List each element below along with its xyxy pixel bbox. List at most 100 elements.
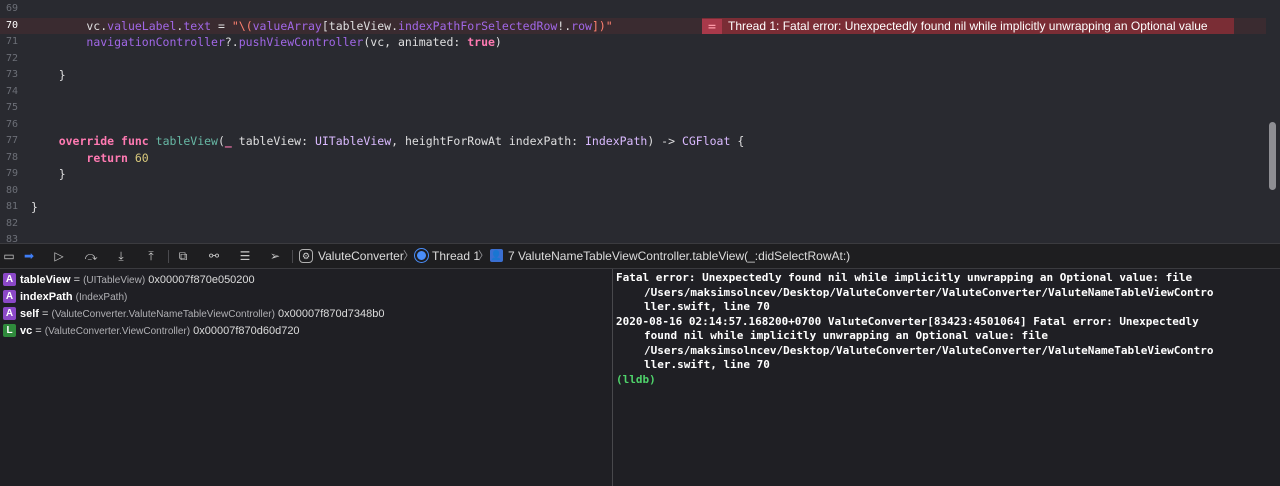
console-line: Fatal error: Unexpectedly found nil whil… [616, 271, 1193, 284]
code-line[interactable]: 71 navigationController?.pushViewControl… [0, 34, 1266, 50]
editor-scrollbar[interactable] [1269, 122, 1276, 190]
line-number[interactable]: 71 [0, 34, 18, 50]
line-number[interactable]: 70 [0, 18, 18, 34]
code-token: !. [557, 18, 572, 33]
variable-row[interactable]: Lvc = (ValuteConverter.ViewController) 0… [0, 323, 300, 340]
code-token: valueLabel [107, 18, 177, 33]
code-token: indexPathForSelectedRow [398, 18, 558, 33]
variable-type: (UITableView) [83, 275, 146, 286]
code-token: pushViewController [238, 35, 364, 49]
code-token: ) [494, 35, 502, 49]
code-token: _ [224, 134, 232, 148]
code-line[interactable]: 75 [0, 100, 1266, 116]
code-token: valueArray [252, 18, 322, 33]
hide-debug-area-icon[interactable]: ▭ [0, 248, 18, 264]
argument-badge-icon: A [3, 306, 16, 320]
line-number[interactable]: 82 [0, 216, 18, 232]
location-icon[interactable]: ➢ [266, 248, 284, 264]
variable-value: 0x00007f870e050200 [148, 274, 255, 286]
breadcrumb-thread[interactable]: Thread 1 [432, 248, 480, 264]
app-icon: ⚙ [299, 249, 313, 263]
code-text: } [31, 166, 66, 182]
variable-name: vc [20, 325, 33, 337]
error-message: Thread 1: Fatal error: Unexpectedly foun… [728, 19, 1208, 33]
line-number[interactable]: 81 [0, 199, 18, 215]
error-banner[interactable]: = Thread 1: Fatal error: Unexpectedly fou… [702, 18, 1234, 34]
code-text: override func tableView(_ tableView: UIT… [31, 133, 745, 149]
code-token: } [31, 68, 66, 82]
code-token: func [121, 134, 149, 148]
line-number[interactable]: 79 [0, 166, 18, 182]
code-text: navigationController?.pushViewController… [31, 34, 502, 50]
step-into-icon[interactable]: ⤓ [112, 248, 130, 264]
environment-overrides-icon[interactable]: ☰ [236, 248, 254, 264]
code-line[interactable]: 80 [0, 183, 1266, 199]
code-token: , heightForRowAt indexPath: [391, 134, 585, 148]
code-line[interactable]: 79 } [0, 166, 1266, 182]
code-line[interactable]: 72 [0, 51, 1266, 67]
code-token: ( [217, 134, 225, 148]
code-token: override [58, 134, 115, 148]
code-line[interactable]: 73 } [0, 67, 1266, 83]
line-number[interactable]: 78 [0, 150, 18, 166]
step-out-icon[interactable]: ⤒ [142, 248, 160, 264]
line-number[interactable]: 76 [0, 117, 18, 133]
line-number[interactable]: 83 [0, 232, 18, 243]
code-token: { [730, 134, 745, 148]
line-number[interactable]: 73 [0, 67, 18, 83]
console-line: found nil while implicitly unwrapping an… [644, 329, 1048, 342]
code-token: navigationController [86, 35, 225, 49]
toolbar-separator [168, 250, 169, 263]
code-line[interactable]: 82 [0, 216, 1266, 232]
code-token: 60 [134, 150, 149, 165]
view-debugger-icon[interactable]: ⧉ [174, 248, 192, 264]
line-number[interactable]: 77 [0, 133, 18, 149]
code-token: IndexPath [585, 134, 648, 148]
line-number[interactable]: 80 [0, 183, 18, 199]
variable-row[interactable]: AindexPath (IndexPath) [0, 289, 127, 306]
code-token: CGFloat [681, 134, 731, 148]
code-line[interactable]: 74 [0, 84, 1266, 100]
code-line[interactable]: 77 override func tableView(_ tableView: … [0, 133, 1266, 149]
argument-badge-icon: A [3, 272, 16, 286]
console-line: /Users/maksimsolncev/Desktop/ValuteConve… [644, 285, 1214, 299]
variable-row[interactable]: AtableView = (UITableView) 0x00007f870e0… [0, 272, 255, 289]
variable-row[interactable]: Aself = (ValuteConverter.ValuteNameTable… [0, 306, 384, 323]
code-line[interactable]: 83 [0, 232, 1266, 243]
code-line[interactable]: 78 return 60 [0, 150, 1266, 166]
code-editor[interactable]: 69 70 vc.valueLabel.text = "\(valueArray[… [0, 0, 1280, 243]
console-output[interactable]: Fatal error: Unexpectedly found nil whil… [613, 269, 1280, 486]
lldb-prompt[interactable]: (lldb) [616, 373, 656, 388]
line-number[interactable]: 75 [0, 100, 18, 116]
code-token: tableView: [231, 134, 315, 148]
breakpoints-icon[interactable]: ➡ [20, 248, 38, 264]
debug-bar: ▭ ➡ ▷ ⤼ ⤓ ⤒ ⧉ ⚯ ☰ ➢ ⚙ ValuteConverter 〉 … [0, 243, 1280, 269]
code-line[interactable]: 76 [0, 117, 1266, 133]
code-token: ) -> [647, 134, 682, 148]
variables-view: AtableView = (UITableView) 0x00007f870e0… [0, 269, 612, 486]
code-token: } [31, 167, 66, 181]
code-token: (vc, animated: [363, 35, 468, 49]
code-line[interactable]: 69 [0, 1, 1266, 17]
step-over-icon[interactable]: ⤼ [82, 248, 100, 264]
variable-value: 0x00007f870d7348b0 [278, 308, 385, 320]
code-token: ])" [591, 18, 613, 33]
stack-frame-icon: 👤 [490, 249, 503, 262]
variable-name: self [20, 308, 39, 320]
error-marker-icon: = [702, 19, 722, 34]
continue-icon[interactable]: ▷ [50, 248, 68, 264]
breadcrumb-app[interactable]: ValuteConverter [318, 248, 404, 264]
code-token: ?. [224, 35, 239, 49]
code-token: [tableView. [321, 18, 399, 33]
code-line[interactable]: 81} [0, 199, 1266, 215]
line-number[interactable]: 74 [0, 84, 18, 100]
code-token: tableView [155, 134, 218, 148]
line-number[interactable]: 69 [0, 1, 18, 17]
breadcrumb-frame[interactable]: 7 ValuteNameTableViewController.tableVie… [508, 248, 850, 264]
code-token: } [31, 200, 38, 214]
memory-graph-icon[interactable]: ⚯ [205, 248, 223, 264]
console-line: ller.swift, line 70 [644, 358, 770, 371]
line-number[interactable]: 72 [0, 51, 18, 67]
